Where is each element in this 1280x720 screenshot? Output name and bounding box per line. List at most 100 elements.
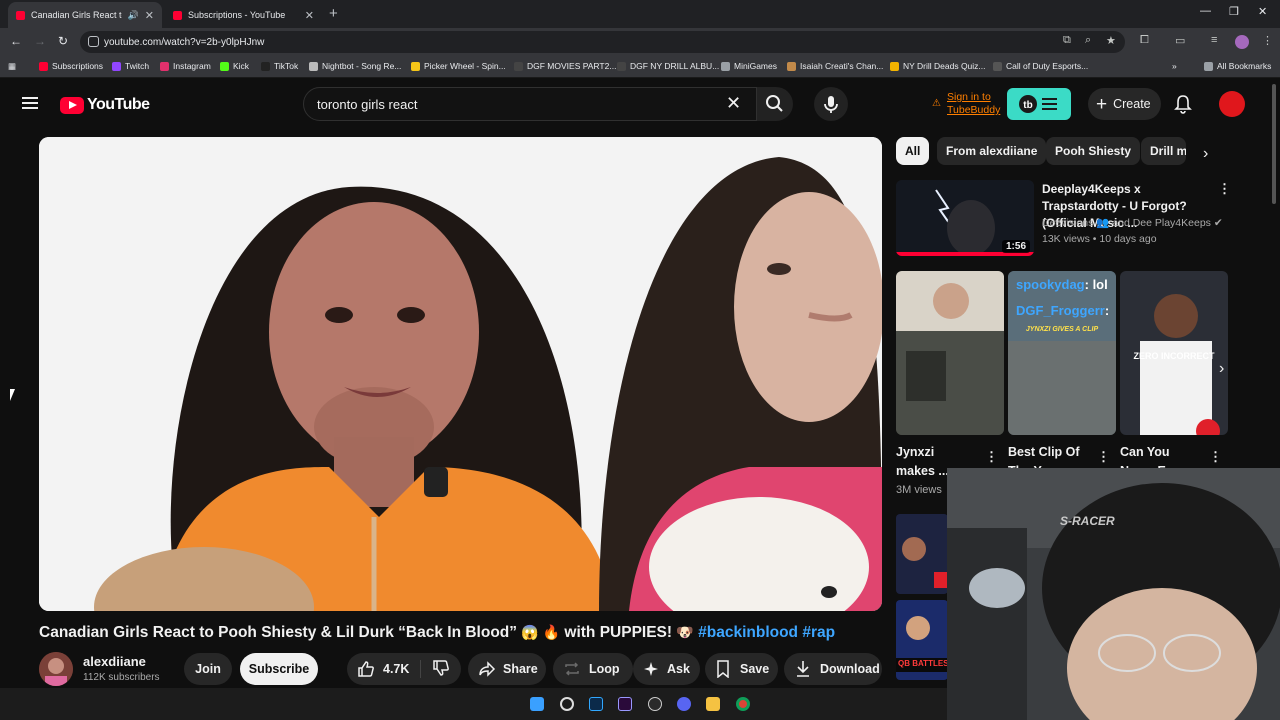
like-button[interactable]: 4.7K bbox=[347, 660, 421, 678]
warning-icon: ⚠ bbox=[932, 98, 941, 109]
account-avatar[interactable] bbox=[1219, 91, 1245, 117]
address-toolbar: ← → ↻ youtube.com/watch?v=2b-y0lpHJnw ⧉ … bbox=[0, 28, 1280, 56]
bookmark-item[interactable]: Twitch bbox=[112, 61, 149, 71]
share-button[interactable]: Share bbox=[468, 653, 546, 685]
premiere-icon[interactable] bbox=[618, 697, 632, 711]
bookmark-folder[interactable]: MiniGames bbox=[721, 61, 777, 71]
bookmark-item[interactable]: Kick bbox=[220, 61, 249, 71]
video-thumbnail[interactable] bbox=[896, 600, 948, 680]
all-bookmarks-folder[interactable]: All Bookmarks bbox=[1204, 61, 1271, 71]
obs-icon[interactable] bbox=[648, 697, 662, 711]
dislike-button[interactable] bbox=[421, 659, 450, 680]
loop-button[interactable]: Loop bbox=[553, 653, 633, 685]
bookmark-item[interactable]: Instagram bbox=[160, 61, 211, 71]
chevron-right-icon[interactable]: › bbox=[1203, 145, 1208, 163]
video-thumbnail[interactable] bbox=[896, 514, 948, 594]
search-icon[interactable] bbox=[560, 697, 574, 711]
short-thumbnail[interactable]: ZERO INCORRECT bbox=[1120, 271, 1228, 435]
close-tab-icon[interactable]: ✕ bbox=[305, 9, 314, 22]
thumbs-down-icon bbox=[433, 659, 449, 676]
bookmark-item[interactable]: NY Drill Deads Quiz... bbox=[890, 61, 986, 71]
bookmark-item[interactable]: TikTok bbox=[261, 61, 298, 71]
discord-icon[interactable] bbox=[677, 697, 691, 711]
tubebuddy-signin-link[interactable]: ⚠ Sign in to TubeBuddy bbox=[932, 91, 1000, 117]
youtube-logo[interactable]: YouTube bbox=[60, 96, 150, 114]
minimize-button[interactable]: — bbox=[1200, 5, 1211, 17]
windows-start-icon[interactable] bbox=[530, 697, 544, 711]
close-tab-icon[interactable]: ✕ bbox=[145, 9, 154, 22]
menu-dots-icon[interactable]: ⋮ bbox=[1262, 34, 1273, 47]
close-window-button[interactable]: ✕ bbox=[1258, 5, 1267, 18]
thumbnail-image bbox=[896, 600, 948, 680]
page-scrollbar[interactable] bbox=[1272, 84, 1276, 204]
tab-video[interactable]: Canadian Girls React to Pooh Shiesty & 🔊… bbox=[8, 2, 162, 28]
thumbnail-image bbox=[896, 514, 948, 594]
chrome-icon[interactable] bbox=[736, 697, 750, 711]
bookmark-star-icon[interactable]: ★ bbox=[1106, 34, 1116, 47]
recommended-video-channel[interactable]: Deevisions 👥 and Dee Play4Keeps ✔ bbox=[1042, 216, 1223, 229]
chevron-right-icon[interactable]: › bbox=[1219, 360, 1224, 378]
side-panel-icon[interactable]: ▭ bbox=[1175, 34, 1185, 47]
bookmark-item[interactable]: Subscriptions bbox=[39, 61, 103, 71]
join-button[interactable]: Join bbox=[184, 653, 232, 685]
file-explorer-icon[interactable] bbox=[706, 697, 720, 711]
bookmarks-bar: ▦ Subscriptions Twitch Instagram Kick Ti… bbox=[0, 56, 1280, 78]
create-button[interactable]: + Create bbox=[1088, 88, 1161, 120]
mouse-cursor-icon bbox=[10, 389, 15, 401]
photoshop-icon[interactable] bbox=[589, 697, 603, 711]
maximize-button[interactable]: ❐ bbox=[1229, 5, 1239, 18]
chip-pooh-shiesty[interactable]: Pooh Shiesty bbox=[1046, 137, 1141, 165]
reload-button[interactable]: ↻ bbox=[58, 34, 68, 48]
menu-icon[interactable] bbox=[22, 97, 38, 109]
download-button[interactable]: Download bbox=[784, 653, 882, 685]
bookmark-item[interactable]: Call of Duty Esports... bbox=[993, 61, 1088, 71]
video-player[interactable] bbox=[39, 137, 882, 611]
recommended-video-thumbnail[interactable]: 1:56 bbox=[896, 180, 1034, 256]
more-actions-icon[interactable]: ⋮ bbox=[1218, 181, 1231, 197]
chip-drill[interactable]: Drill m bbox=[1141, 137, 1186, 165]
chip-all[interactable]: All bbox=[896, 137, 930, 165]
clear-search-icon[interactable]: ✕ bbox=[726, 94, 741, 112]
short-thumbnail[interactable] bbox=[896, 271, 1004, 435]
forward-button[interactable]: → bbox=[34, 34, 46, 48]
apps-grid-icon[interactable]: ▦ bbox=[8, 61, 16, 72]
thumbnail-overlay-text: QB BATTLES bbox=[898, 659, 949, 668]
channel-avatar[interactable] bbox=[39, 652, 73, 686]
recommended-video-meta: 13K views • 10 days ago bbox=[1042, 233, 1157, 245]
subscribe-button[interactable]: Subscribe bbox=[240, 653, 318, 685]
more-actions-icon[interactable]: ⋮ bbox=[985, 449, 998, 465]
bookmark-item[interactable]: Isaiah Creati's Chan... bbox=[787, 61, 883, 71]
chat-overlay: spookydag: lol DGF_Froggerr: bbox=[1016, 277, 1110, 318]
site-info-icon[interactable] bbox=[88, 36, 99, 47]
share-icon bbox=[479, 661, 496, 677]
bookmark-item[interactable]: Nightbot - Song Re... bbox=[309, 61, 401, 71]
extensions-icon[interactable]: ⧠ bbox=[1140, 34, 1149, 47]
hashtags-link[interactable]: #backinblood #rap bbox=[698, 624, 835, 641]
more-bookmarks-icon[interactable]: » bbox=[1172, 61, 1177, 71]
zoom-icon[interactable]: ⌕ bbox=[1085, 34, 1091, 47]
ask-button[interactable]: Ask bbox=[633, 653, 700, 685]
install-app-icon[interactable]: ⧉ bbox=[1063, 34, 1071, 47]
chip-from-channel[interactable]: From alexdiiane bbox=[937, 137, 1047, 165]
bookmark-item[interactable]: Picker Wheel - Spin... bbox=[411, 61, 506, 71]
profile-avatar[interactable] bbox=[1235, 35, 1249, 49]
sparkle-icon bbox=[644, 662, 658, 676]
windows-taskbar bbox=[0, 688, 947, 720]
save-button[interactable]: Save bbox=[705, 653, 778, 685]
bookmark-item[interactable]: DGF MOVIES PART2... bbox=[514, 61, 616, 71]
voice-search-button[interactable] bbox=[814, 87, 848, 121]
address-bar[interactable]: youtube.com/watch?v=2b-y0lpHJnw bbox=[80, 31, 1125, 53]
verified-icon: ✔ bbox=[1213, 217, 1223, 229]
media-icon[interactable]: ≡ bbox=[1211, 34, 1217, 46]
more-actions-icon[interactable]: ⋮ bbox=[1097, 449, 1110, 465]
notifications-bell-icon[interactable] bbox=[1173, 94, 1193, 114]
bookmark-item[interactable]: DGF NY DRILL ALBU... bbox=[617, 61, 719, 71]
tab-subscriptions[interactable]: Subscriptions - YouTube ✕ bbox=[165, 2, 322, 28]
search-button[interactable] bbox=[757, 87, 793, 121]
search-input[interactable]: toronto girls react bbox=[303, 87, 757, 121]
more-actions-icon[interactable]: ⋮ bbox=[1209, 449, 1222, 465]
back-button[interactable]: ← bbox=[10, 34, 22, 48]
tubebuddy-button[interactable]: tb bbox=[1007, 88, 1071, 120]
channel-name[interactable]: alexdiiane bbox=[83, 654, 146, 669]
new-tab-button[interactable]: + bbox=[329, 5, 338, 22]
